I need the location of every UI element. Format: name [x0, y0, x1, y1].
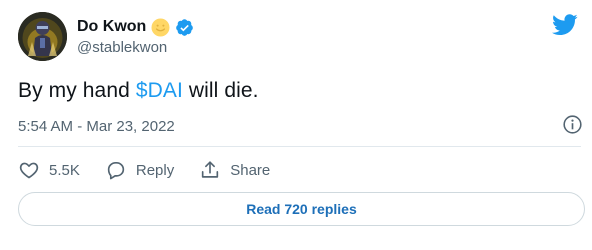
- tweet-text: By my hand $DAI will die.: [18, 79, 259, 103]
- tweet-text-after: will die.: [182, 79, 259, 102]
- info-icon[interactable]: [562, 114, 583, 135]
- author-handle[interactable]: @stablekwon: [77, 39, 167, 56]
- author-name-row: Do Kwon: [77, 16, 194, 38]
- divider: [18, 146, 581, 147]
- action-bar: 5.5K Reply Share: [18, 157, 295, 183]
- heart-icon: [18, 159, 40, 181]
- like-count: 5.5K: [49, 161, 80, 179]
- tweet-text-before: By my hand: [18, 79, 136, 102]
- author-display-name[interactable]: Do Kwon: [77, 18, 146, 36]
- cashtag-link[interactable]: $DAI: [136, 79, 183, 102]
- share-icon: [199, 159, 221, 181]
- tweet-timestamp[interactable]: 5:54 AM - Mar 23, 2022: [18, 118, 175, 135]
- read-replies-button[interactable]: Read 720 replies: [18, 192, 585, 226]
- share-button[interactable]: Share: [199, 159, 270, 181]
- reply-label: Reply: [135, 161, 175, 179]
- like-button[interactable]: 5.5K: [18, 159, 80, 181]
- share-label: Share: [230, 161, 271, 179]
- verified-badge-icon: [175, 18, 194, 37]
- reply-bubble-icon: [105, 159, 127, 181]
- tweet-card: Do Kwon @stablekwon By my hand $DAI will…: [0, 0, 592, 250]
- smiling-face-emoji-icon: [151, 18, 170, 37]
- avatar[interactable]: [18, 12, 67, 61]
- reply-button[interactable]: Reply: [105, 159, 174, 181]
- twitter-logo-icon[interactable]: [552, 14, 578, 36]
